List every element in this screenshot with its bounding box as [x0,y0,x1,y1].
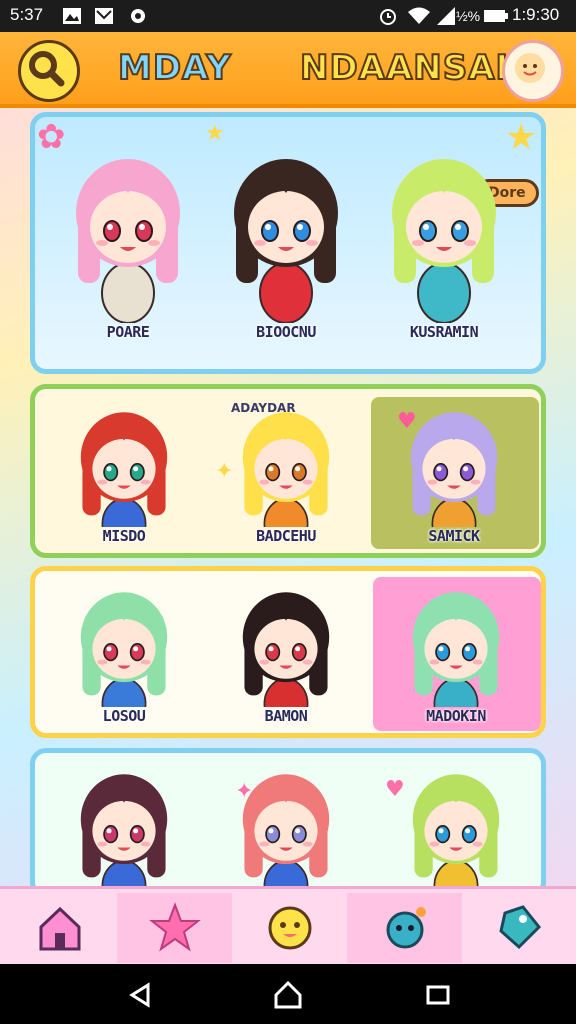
settings-icon [131,9,145,23]
character-avatar [242,412,330,527]
battery-percent: ½% [456,8,481,24]
character-avatar [242,774,330,889]
character-avatar [76,159,180,323]
status-time-left: 5:37 [10,5,44,24]
star-icon [148,902,201,952]
status-bar: 5:37 ½% 1:9:30 [0,0,576,32]
character-name: MADOKIN [426,707,486,725]
character-avatar [234,159,338,323]
nav-creatures[interactable] [347,893,462,963]
character-panel-4: ✦ ♥ [30,748,546,898]
character-panel-3: LOSOU BAMON MADOKIN [30,566,546,738]
character-card[interactable] [381,761,531,889]
character-avatar [80,592,168,707]
nav-home[interactable] [2,893,117,963]
character-name: SAMICK [428,527,480,545]
mail-icon [95,8,113,24]
mascot-icon [268,906,311,950]
nav-mascot[interactable] [232,893,347,963]
character-avatar [80,774,168,889]
image-icon [63,8,81,24]
character-avatar [412,592,500,707]
character-panel-2: ADAYDAR ♥ ✦ MISDO BADCEHU SAMICK [30,384,546,558]
character-card[interactable]: BIOOCNU [211,143,361,341]
status-time-right: 1:9:30 [512,5,560,24]
wifi-icon [408,7,430,24]
battery-icon [484,10,508,22]
system-nav-bar [0,964,576,1024]
character-name: BAMON [264,707,308,725]
character-card[interactable] [49,761,199,889]
profile-button[interactable] [502,40,564,102]
search-button[interactable] [18,40,80,102]
signal-icon [437,7,455,25]
header-title-left: MDAY [117,47,232,89]
character-name: BADCEHU [256,527,316,545]
character-card[interactable]: KUSRAMIN [369,143,519,341]
character-name: POARE [106,323,150,341]
character-name: BIOOCNU [256,323,316,341]
character-card[interactable]: MADOKIN [381,579,531,725]
back-button[interactable] [120,978,160,1012]
character-name: KUSRAMIN [409,323,479,341]
nav-collection[interactable] [462,893,576,963]
character-card[interactable]: BADCEHU [211,399,361,545]
creature-icon [386,907,426,949]
character-card[interactable]: BAMON [211,579,361,725]
character-avatar [80,412,168,527]
home-system-button[interactable] [268,978,308,1012]
character-card[interactable]: SAMICK [379,399,529,545]
character-card[interactable] [211,761,361,889]
character-name: MISDO [102,527,146,545]
character-avatar [242,592,330,707]
bottom-nav [0,886,576,964]
header-title-right: NDAANSAI [299,47,510,89]
character-avatar [410,412,498,527]
alarm-icon [380,9,396,25]
nav-favorites[interactable] [117,893,232,963]
recents-icon [426,985,450,1005]
app-header: MDAY NDAANSAI [0,32,576,108]
character-avatar [412,774,500,889]
search-icon [29,51,65,87]
character-card[interactable]: MISDO [49,399,199,545]
character-panel-1: ✿ ★ ★ Dore POARE BIOOCNU KUSRAMIN [30,112,546,374]
home-icon [39,906,80,951]
character-card[interactable]: LOSOU [49,579,199,725]
recents-button[interactable] [418,978,458,1012]
back-icon [129,982,150,1008]
bookmark-icon [498,905,541,950]
character-avatar [392,159,496,323]
home-outline-icon [274,980,302,1009]
sun-face-icon [515,53,545,83]
character-name: LOSOU [102,707,146,725]
character-card[interactable]: POARE [53,143,203,341]
